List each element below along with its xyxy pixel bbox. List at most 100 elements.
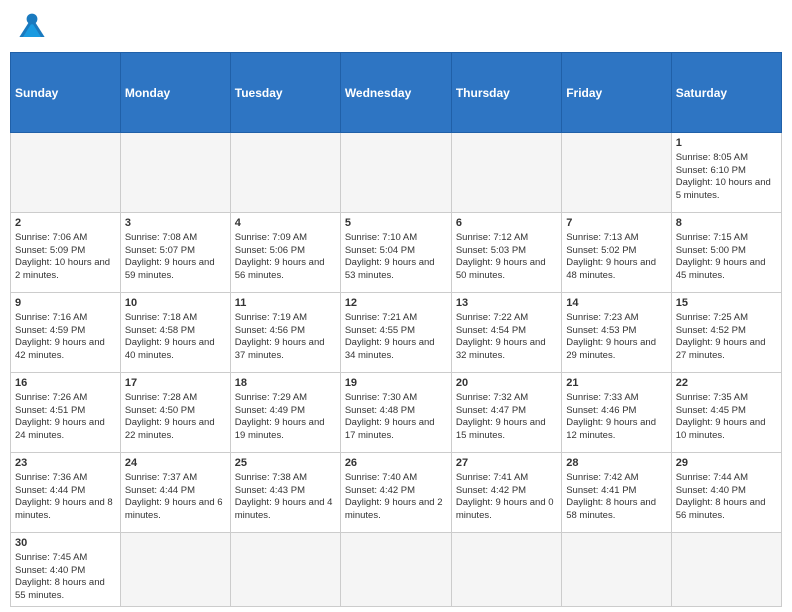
day-info: Sunset: 4:50 PM (125, 405, 226, 418)
page: SundayMondayTuesdayWednesdayThursdayFrid… (0, 0, 792, 612)
day-info: Sunset: 4:43 PM (235, 485, 336, 498)
day-info: Sunset: 4:53 PM (566, 325, 666, 338)
calendar-cell: 8Sunrise: 7:15 AMSunset: 5:00 PMDaylight… (671, 213, 781, 293)
day-number: 19 (345, 376, 447, 391)
calendar-cell (451, 133, 561, 213)
day-info: Sunrise: 7:18 AM (125, 312, 226, 325)
day-info: Daylight: 9 hours and 42 minutes. (15, 337, 116, 363)
day-number: 14 (566, 296, 666, 311)
day-info: Sunset: 4:45 PM (676, 405, 777, 418)
day-number: 10 (125, 296, 226, 311)
calendar-cell (562, 133, 671, 213)
calendar-cell: 11Sunrise: 7:19 AMSunset: 4:56 PMDayligh… (230, 293, 340, 373)
calendar-cell (671, 533, 781, 607)
day-info: Sunset: 4:40 PM (676, 485, 777, 498)
day-info: Daylight: 9 hours and 53 minutes. (345, 257, 447, 283)
week-row-1: 1Sunrise: 8:05 AMSunset: 6:10 PMDaylight… (11, 133, 782, 213)
day-info: Sunset: 4:44 PM (125, 485, 226, 498)
day-number: 29 (676, 456, 777, 471)
day-info: Sunrise: 7:37 AM (125, 472, 226, 485)
week-row-3: 9Sunrise: 7:16 AMSunset: 4:59 PMDaylight… (11, 293, 782, 373)
calendar-cell: 14Sunrise: 7:23 AMSunset: 4:53 PMDayligh… (562, 293, 671, 373)
calendar-cell (230, 133, 340, 213)
calendar-cell: 12Sunrise: 7:21 AMSunset: 4:55 PMDayligh… (340, 293, 451, 373)
day-info: Sunrise: 7:19 AM (235, 312, 336, 325)
calendar-cell: 24Sunrise: 7:37 AMSunset: 4:44 PMDayligh… (120, 453, 230, 533)
day-info: Sunrise: 7:25 AM (676, 312, 777, 325)
day-number: 7 (566, 216, 666, 231)
calendar-cell: 5Sunrise: 7:10 AMSunset: 5:04 PMDaylight… (340, 213, 451, 293)
calendar-cell: 21Sunrise: 7:33 AMSunset: 4:46 PMDayligh… (562, 373, 671, 453)
calendar-cell: 25Sunrise: 7:38 AMSunset: 4:43 PMDayligh… (230, 453, 340, 533)
day-info: Sunset: 5:09 PM (15, 245, 116, 258)
day-number: 23 (15, 456, 116, 471)
day-number: 18 (235, 376, 336, 391)
day-info: Daylight: 9 hours and 2 minutes. (345, 497, 447, 523)
header (10, 10, 782, 46)
day-info: Daylight: 9 hours and 59 minutes. (125, 257, 226, 283)
day-info: Sunset: 4:47 PM (456, 405, 557, 418)
day-info: Sunrise: 7:33 AM (566, 392, 666, 405)
day-info: Daylight: 9 hours and 8 minutes. (15, 497, 116, 523)
day-info: Daylight: 9 hours and 0 minutes. (456, 497, 557, 523)
day-number: 9 (15, 296, 116, 311)
day-info: Sunset: 4:58 PM (125, 325, 226, 338)
week-row-4: 16Sunrise: 7:26 AMSunset: 4:51 PMDayligh… (11, 373, 782, 453)
day-info: Daylight: 9 hours and 32 minutes. (456, 337, 557, 363)
calendar-cell: 29Sunrise: 7:44 AMSunset: 4:40 PMDayligh… (671, 453, 781, 533)
calendar-cell: 19Sunrise: 7:30 AMSunset: 4:48 PMDayligh… (340, 373, 451, 453)
day-number: 2 (15, 216, 116, 231)
day-info: Sunset: 4:44 PM (15, 485, 116, 498)
day-info: Daylight: 9 hours and 4 minutes. (235, 497, 336, 523)
day-info: Sunrise: 7:28 AM (125, 392, 226, 405)
day-info: Daylight: 9 hours and 22 minutes. (125, 417, 226, 443)
day-info: Sunrise: 7:32 AM (456, 392, 557, 405)
day-info: Sunset: 4:59 PM (15, 325, 116, 338)
day-info: Daylight: 8 hours and 55 minutes. (15, 577, 116, 603)
day-info: Sunset: 4:40 PM (15, 565, 116, 578)
day-info: Sunrise: 7:21 AM (345, 312, 447, 325)
calendar-cell: 4Sunrise: 7:09 AMSunset: 5:06 PMDaylight… (230, 213, 340, 293)
day-info: Daylight: 9 hours and 37 minutes. (235, 337, 336, 363)
weekday-header-sunday: Sunday (11, 53, 121, 133)
day-info: Sunset: 5:03 PM (456, 245, 557, 258)
day-number: 4 (235, 216, 336, 231)
day-info: Daylight: 9 hours and 27 minutes. (676, 337, 777, 363)
day-number: 26 (345, 456, 447, 471)
logo (14, 10, 54, 46)
day-info: Daylight: 9 hours and 40 minutes. (125, 337, 226, 363)
weekday-header-friday: Friday (562, 53, 671, 133)
day-info: Sunrise: 7:12 AM (456, 232, 557, 245)
day-info: Sunset: 6:10 PM (676, 165, 777, 178)
day-number: 28 (566, 456, 666, 471)
calendar-cell: 18Sunrise: 7:29 AMSunset: 4:49 PMDayligh… (230, 373, 340, 453)
day-number: 20 (456, 376, 557, 391)
calendar-cell: 27Sunrise: 7:41 AMSunset: 4:42 PMDayligh… (451, 453, 561, 533)
day-number: 6 (456, 216, 557, 231)
day-info: Sunrise: 7:16 AM (15, 312, 116, 325)
calendar-cell: 20Sunrise: 7:32 AMSunset: 4:47 PMDayligh… (451, 373, 561, 453)
day-number: 11 (235, 296, 336, 311)
day-info: Sunrise: 7:42 AM (566, 472, 666, 485)
calendar-cell (11, 133, 121, 213)
weekday-header-saturday: Saturday (671, 53, 781, 133)
day-info: Daylight: 10 hours and 2 minutes. (15, 257, 116, 283)
day-number: 27 (456, 456, 557, 471)
day-number: 25 (235, 456, 336, 471)
day-info: Sunrise: 7:41 AM (456, 472, 557, 485)
day-number: 17 (125, 376, 226, 391)
day-info: Sunset: 5:06 PM (235, 245, 336, 258)
day-info: Daylight: 8 hours and 56 minutes. (676, 497, 777, 523)
calendar-cell: 2Sunrise: 7:06 AMSunset: 5:09 PMDaylight… (11, 213, 121, 293)
day-info: Sunset: 4:55 PM (345, 325, 447, 338)
day-info: Sunrise: 8:05 AM (676, 152, 777, 165)
day-info: Sunrise: 7:13 AM (566, 232, 666, 245)
calendar-cell (120, 533, 230, 607)
day-info: Sunrise: 7:36 AM (15, 472, 116, 485)
day-info: Daylight: 9 hours and 10 minutes. (676, 417, 777, 443)
day-info: Sunset: 4:56 PM (235, 325, 336, 338)
day-info: Daylight: 9 hours and 19 minutes. (235, 417, 336, 443)
calendar-cell (120, 133, 230, 213)
day-info: Sunrise: 7:10 AM (345, 232, 447, 245)
day-info: Sunrise: 7:45 AM (15, 552, 116, 565)
